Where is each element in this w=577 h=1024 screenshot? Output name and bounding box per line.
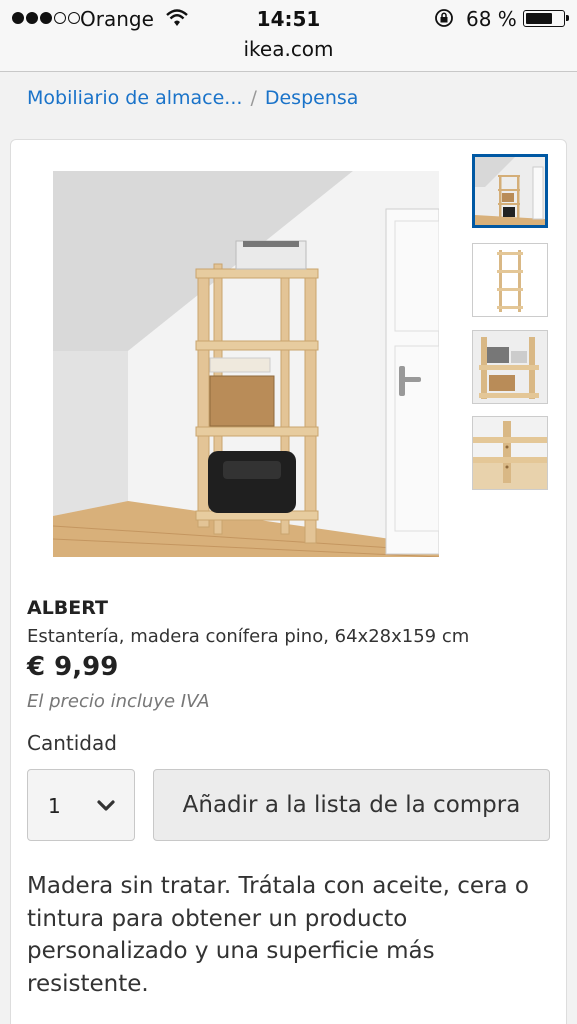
battery-icon [523, 10, 569, 27]
shelf-only-thumbnail-icon [473, 244, 547, 316]
breadcrumb: Mobiliario de almace... / Despensa [27, 87, 358, 109]
product-care-text: Madera sin tratar. Trátala con aceite, c… [27, 873, 529, 997]
thumbnail-shelf-closeup[interactable] [472, 330, 548, 404]
thumbnail-shelf-only[interactable] [472, 243, 548, 317]
quantity-select[interactable]: 1 [27, 769, 135, 841]
shelf-detail-thumbnail-icon [473, 417, 547, 489]
breadcrumb-link-storage[interactable]: Mobiliario de almace... [27, 87, 242, 109]
url-bar[interactable]: ikea.com [0, 38, 577, 72]
product-main-image[interactable] [53, 171, 439, 557]
price-vat-note: El precio incluye IVA [27, 691, 210, 712]
quantity-value: 1 [48, 794, 61, 818]
thumbnail-shelf-detail[interactable] [472, 416, 548, 490]
product-price: € 9,99 [27, 652, 119, 682]
shelf-room-photo [53, 171, 439, 557]
add-to-shopping-list-button[interactable]: Añadir a la lista de la compra [153, 769, 550, 841]
breadcrumb-link-pantry[interactable]: Despensa [265, 87, 359, 109]
chevron-down-icon [97, 800, 115, 811]
thumbnail-room-view[interactable] [472, 154, 548, 228]
room-view-thumbnail-icon [475, 157, 545, 225]
product-name: ALBERT [27, 597, 109, 619]
rotation-lock-icon [435, 9, 453, 27]
breadcrumb-separator: / [250, 87, 257, 109]
status-bar: Orange 14:51 68 % [0, 0, 577, 38]
quantity-label: Cantidad [27, 731, 117, 755]
product-description: Estantería, madera conífera pino, 64x28x… [27, 626, 470, 647]
url-text[interactable]: ikea.com [243, 37, 333, 61]
shelf-closeup-thumbnail-icon [473, 331, 547, 403]
battery-percent: 68 % [466, 7, 517, 31]
